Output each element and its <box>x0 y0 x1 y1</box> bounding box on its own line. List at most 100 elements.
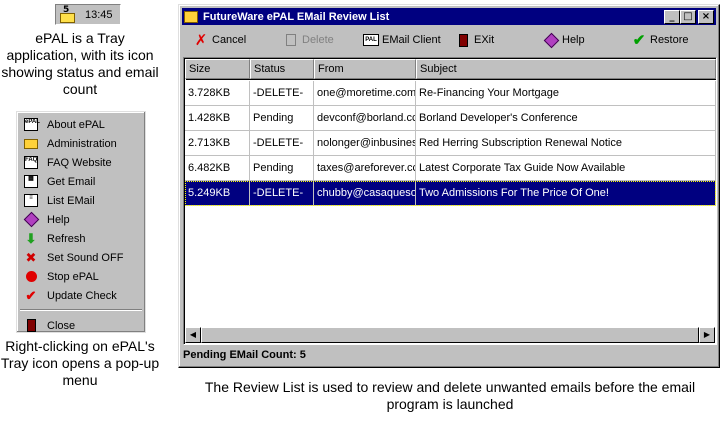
table-row-selected[interactable]: 5.249KB -DELETE- chubby@casaqueso Two Ad… <box>185 181 716 206</box>
red-x-icon: ✗ <box>194 31 208 49</box>
cell-status: -DELETE- <box>250 81 314 105</box>
menu-item-label: Help <box>47 213 70 226</box>
menu-item-faq[interactable]: FAQ FAQ Website <box>20 153 142 172</box>
restore-button[interactable]: ✔ Restore <box>631 32 689 49</box>
green-check-icon: ✔ <box>632 32 646 49</box>
list-header: Size Status From Subject <box>185 59 716 79</box>
cell-subject: Re-Financing Your Mortgage <box>416 81 716 105</box>
cell-size: 2.713KB <box>185 131 250 155</box>
menu-item-update-check[interactable]: ✔ Update Check <box>20 286 142 305</box>
cell-status: -DELETE- <box>250 181 314 205</box>
cell-subject: Borland Developer's Conference <box>416 106 716 130</box>
cell-status: -DELETE- <box>250 131 314 155</box>
delete-button[interactable]: Delete <box>283 32 334 48</box>
cell-size: 3.728KB <box>185 81 250 105</box>
cell-status: Pending <box>250 156 314 180</box>
exit-button[interactable]: EXit <box>455 32 494 48</box>
scroll-right-icon[interactable]: ▶ <box>699 327 715 343</box>
pending-count-status: Pending EMail Count: 5 <box>183 349 306 361</box>
stop-icon <box>23 270 39 284</box>
minimize-button[interactable]: _ <box>664 10 680 24</box>
cell-size: 6.482KB <box>185 156 250 180</box>
email-client-icon: PAL <box>363 32 379 48</box>
help-button[interactable]: Help <box>543 32 585 48</box>
delete-label: Delete <box>302 34 334 46</box>
refresh-icon: ⬇ <box>25 230 37 246</box>
window-titlebar[interactable]: FutureWare ePAL EMail Review List _ □ × <box>182 8 716 25</box>
restore-label: Restore <box>650 34 689 46</box>
horizontal-scrollbar[interactable]: ◀ ▶ <box>185 327 715 343</box>
menu-item-label: Close <box>47 319 76 332</box>
menu-item-list-email[interactable]: ≡ List EMail <box>20 191 142 210</box>
folder-icon <box>23 137 39 151</box>
get-email-icon: ▦ <box>23 175 39 189</box>
menu-item-label: Administration <box>47 137 117 150</box>
sound-icon: ✖ <box>25 249 37 265</box>
column-from[interactable]: From <box>314 59 416 79</box>
table-row[interactable]: 6.482KB Pending taxes@areforever.cc Late… <box>185 156 716 181</box>
menu-item-get-email[interactable]: ▦ Get Email <box>20 172 142 191</box>
cell-subject: Two Admissions For The Price Of One! <box>416 181 716 205</box>
faq-icon: FAQ <box>23 156 39 170</box>
list-icon: ≡ <box>23 194 39 208</box>
menu-item-administration[interactable]: Administration <box>20 134 142 153</box>
cancel-button[interactable]: ✗ Cancel <box>193 31 247 49</box>
column-size[interactable]: Size <box>185 59 250 79</box>
column-subject[interactable]: Subject <box>416 59 716 79</box>
tray-email-count: 5 <box>63 4 70 15</box>
menu-item-sound[interactable]: ✖ Set Sound OFF <box>20 248 142 267</box>
close-icon <box>23 319 39 333</box>
trash-icon <box>283 32 299 48</box>
table-row[interactable]: 1.428KB Pending devconf@borland.cc Borla… <box>185 106 716 131</box>
scroll-left-icon[interactable]: ◀ <box>185 327 201 343</box>
menu-item-label: List EMail <box>47 194 95 207</box>
window-title: FutureWare ePAL EMail Review List <box>203 10 390 23</box>
check-icon: ✔ <box>25 287 37 303</box>
cell-from: devconf@borland.cc <box>314 106 416 130</box>
tray-time: 13:45 <box>85 8 113 21</box>
exit-label: EXit <box>474 34 495 46</box>
menu-item-label: Refresh <box>47 232 86 245</box>
cell-size: 5.249KB <box>185 181 250 205</box>
email-client-button[interactable]: PAL EMail Client <box>363 32 441 48</box>
cell-status: Pending <box>250 106 314 130</box>
menu-item-label: Set Sound OFF <box>47 251 124 264</box>
menu-item-refresh[interactable]: ⬇ Refresh <box>20 229 142 248</box>
email-client-label: EMail Client <box>382 34 441 46</box>
menu-item-close[interactable]: Close <box>20 316 142 335</box>
help-icon <box>543 32 559 48</box>
cell-from: chubby@casaqueso <box>314 181 416 205</box>
menu-item-label: Stop ePAL <box>47 270 99 283</box>
table-row[interactable]: 2.713KB -DELETE- nolonger@inbusines Red … <box>185 131 716 156</box>
toolbar: ✗ Cancel Delete PAL EMail Client EXit He… <box>183 27 715 53</box>
review-list-window: FutureWare ePAL EMail Review List _ □ × … <box>178 4 720 368</box>
cancel-label: Cancel <box>212 34 247 46</box>
menu-item-label: Update Check <box>47 289 117 302</box>
scroll-thumb[interactable] <box>201 327 699 343</box>
list-body: 3.728KB -DELETE- one@moretime.com Re-Fin… <box>185 81 716 206</box>
table-row[interactable]: 3.728KB -DELETE- one@moretime.com Re-Fin… <box>185 81 716 106</box>
menu-item-label: About ePAL <box>47 118 105 131</box>
menu-item-help[interactable]: Help <box>20 210 142 229</box>
tray-clock: 5 13:45 <box>55 4 121 25</box>
help-label: Help <box>562 34 585 46</box>
cell-from: nolonger@inbusines <box>314 131 416 155</box>
menu-item-label: FAQ Website <box>47 156 112 169</box>
column-status[interactable]: Status <box>250 59 314 79</box>
email-list[interactable]: Size Status From Subject 3.728KB -DELETE… <box>183 57 717 345</box>
app-icon <box>184 10 198 23</box>
menu-separator <box>20 309 142 311</box>
menu-item-about[interactable]: ePAL About ePAL <box>20 115 142 134</box>
review-list-caption: The Review List is used to review and de… <box>204 379 696 412</box>
menu-caption: Right-clicking on ePAL's Tray icon opens… <box>0 338 160 388</box>
exit-door-icon <box>455 32 471 48</box>
popup-menu: ePAL About ePAL Administration FAQ FAQ W… <box>16 111 146 333</box>
tray-caption: ePAL is a Tray application, with its ico… <box>1 30 159 97</box>
menu-item-label: Get Email <box>47 175 96 188</box>
about-icon: ePAL <box>23 118 40 132</box>
epal-envelope-icon[interactable]: 5 <box>60 4 76 23</box>
maximize-button[interactable]: □ <box>680 10 696 24</box>
close-button[interactable]: × <box>698 10 714 24</box>
menu-item-stop[interactable]: Stop ePAL <box>20 267 142 286</box>
cell-subject: Latest Corporate Tax Guide Now Available <box>416 156 716 180</box>
